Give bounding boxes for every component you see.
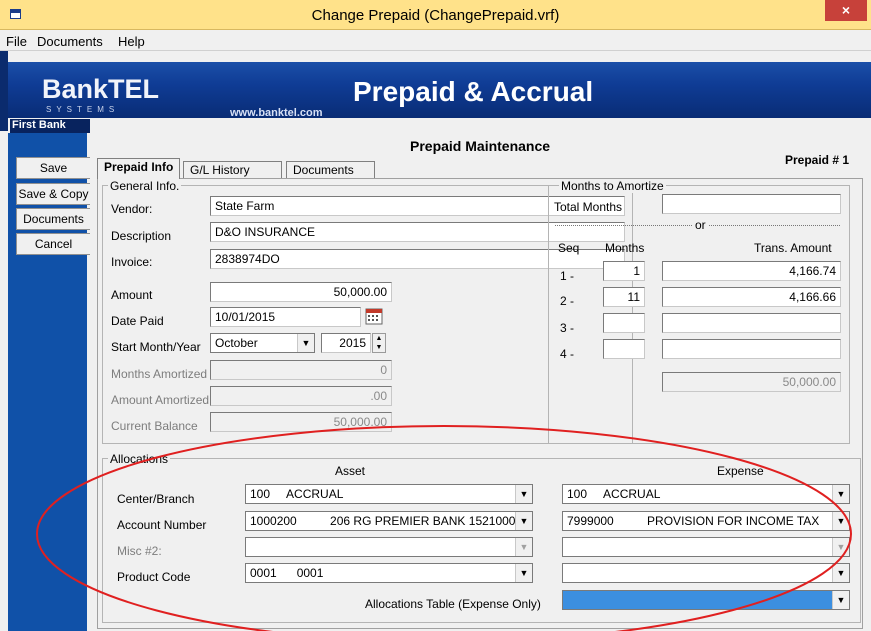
menu-documents[interactable]: Documents — [37, 34, 103, 49]
amount-label: Amount — [111, 288, 153, 302]
amount-3-field[interactable] — [662, 313, 841, 333]
chevron-down-icon[interactable]: ▼ — [297, 334, 314, 352]
start-month-label: Start Month/Year — [111, 340, 201, 354]
year-spinner[interactable]: ▲ ▼ — [372, 333, 386, 353]
tab-documents[interactable]: Documents — [286, 161, 375, 179]
or-label: or — [692, 218, 709, 232]
amortize-total-field: 50,000.00 — [662, 372, 841, 392]
seq-2-label: 2 - — [560, 294, 575, 308]
months-2-field[interactable]: 11 — [603, 287, 645, 307]
amount-amortized-field: .00 — [210, 386, 392, 406]
seq-header: Seq — [558, 241, 580, 255]
menu-help[interactable]: Help — [118, 34, 145, 49]
general-info-legend: General Info. — [108, 179, 182, 193]
amount-amortized-label: Amount Amortized — [111, 393, 210, 407]
description-label: Description — [111, 229, 172, 243]
amount-field[interactable]: 50,000.00 — [210, 282, 392, 302]
invoice-label: Invoice: — [111, 255, 153, 269]
amount-1-field[interactable]: 4,166.74 — [662, 261, 841, 281]
amount-2-field[interactable]: 4,166.66 — [662, 287, 841, 307]
months-1-field[interactable]: 1 — [603, 261, 645, 281]
start-month-value: October — [215, 336, 258, 350]
documents-button[interactable]: Documents — [16, 208, 91, 230]
save-button[interactable]: Save — [16, 157, 91, 179]
bank-name: First Bank — [10, 119, 90, 133]
tab-gl-history[interactable]: G/L History — [183, 161, 282, 179]
cancel-button[interactable]: Cancel — [16, 233, 91, 255]
amount-4-field[interactable] — [662, 339, 841, 359]
total-months-label: Total Months — [554, 200, 623, 214]
calendar-icon[interactable] — [364, 306, 384, 326]
page-title: Prepaid Maintenance — [410, 138, 551, 154]
menu-bar: File Documents Help — [0, 31, 871, 51]
tab-prepaid-info[interactable]: Prepaid Info — [97, 158, 181, 179]
banktel-logo: BankTEL — [42, 74, 160, 104]
date-paid-label: Date Paid — [111, 314, 164, 328]
banner-url: www.banktel.com — [230, 107, 323, 119]
trans-amount-header: Trans. Amount — [754, 241, 832, 255]
date-paid-field[interactable]: 10/01/2015 — [210, 307, 361, 327]
start-year-field[interactable]: 2015 — [321, 333, 371, 353]
banner: BankTEL SYSTEMS www.banktel.com Prepaid … — [8, 62, 871, 119]
vendor-label: Vendor: — [111, 202, 153, 216]
months-amortized-label: Months Amortized — [111, 367, 208, 381]
title-bar: Change Prepaid (ChangePrepaid.vrf) × — [0, 0, 871, 30]
months-amortize-legend: Months to Amortize — [559, 179, 666, 193]
total-months-field[interactable] — [662, 194, 841, 214]
months-amortized-field: 0 — [210, 360, 392, 380]
annotation-oval — [36, 425, 852, 631]
save-copy-button[interactable]: Save & Copy — [16, 183, 91, 205]
banner-left-band — [0, 51, 8, 131]
banktel-logo-sub: SYSTEMS — [46, 105, 120, 114]
start-month-select[interactable]: October ▼ — [210, 333, 315, 353]
months-3-field[interactable] — [603, 313, 645, 333]
seq-3-label: 3 - — [560, 321, 575, 335]
seq-1-label: 1 - — [560, 269, 575, 283]
months-header: Months — [605, 241, 645, 255]
seq-4-label: 4 - — [560, 347, 575, 361]
window-title: Change Prepaid (ChangePrepaid.vrf) — [311, 7, 560, 24]
spin-up-icon[interactable]: ▲ — [373, 334, 385, 343]
menu-file[interactable]: File — [6, 34, 27, 49]
prepaid-number: Prepaid # 1 — [785, 153, 850, 167]
months-4-field[interactable] — [603, 339, 645, 359]
spin-down-icon[interactable]: ▼ — [373, 343, 385, 352]
banner-heading: Prepaid & Accrual — [353, 76, 594, 107]
close-icon[interactable]: × — [825, 0, 867, 21]
